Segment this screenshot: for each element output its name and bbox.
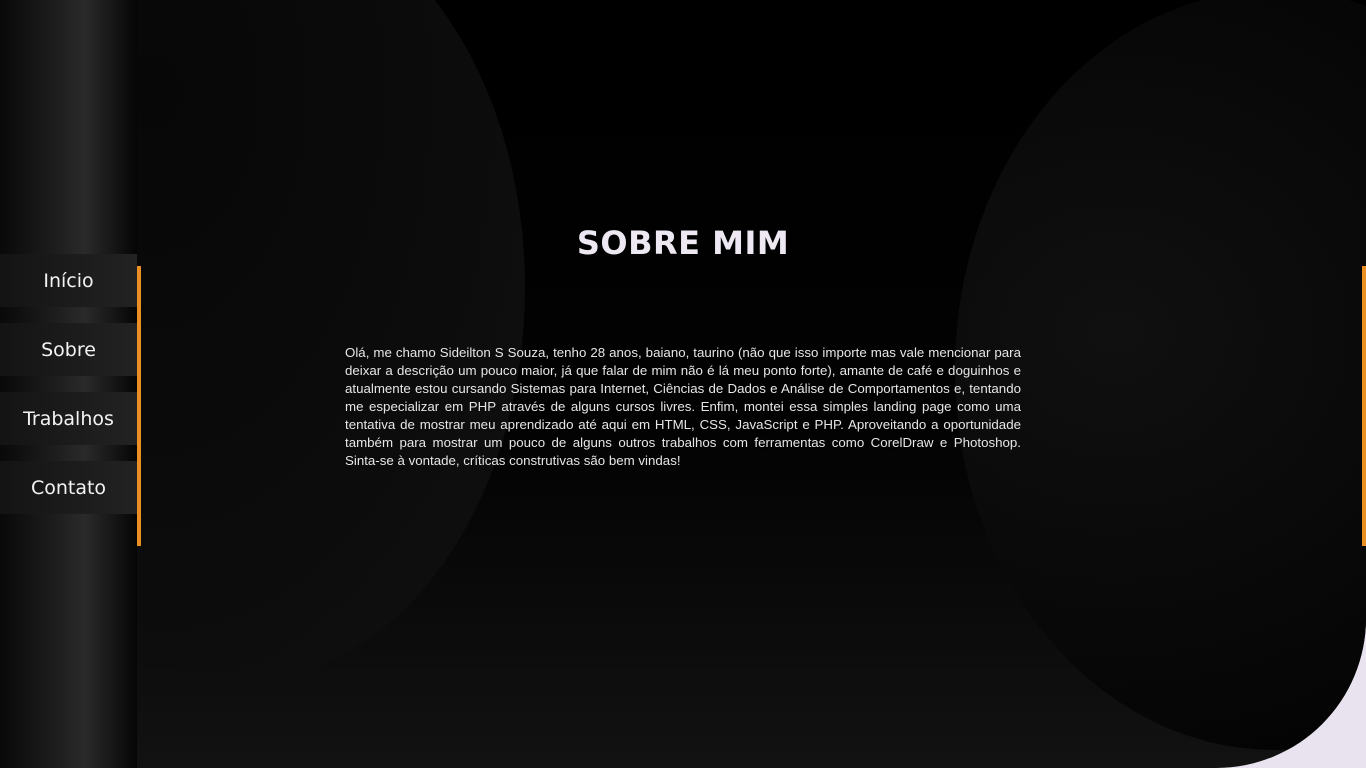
sidebar [0,0,137,768]
nav-item-contato[interactable]: Contato [0,461,137,514]
nav-item-sobre[interactable]: Sobre [0,323,137,376]
page-title: SOBRE MIM [576,224,790,262]
nav-item-inicio[interactable]: Início [0,254,137,307]
accent-bar-right [1362,266,1366,546]
nav-item-trabalhos[interactable]: Trabalhos [0,392,137,445]
page: Início Sobre Trabalhos Contato SOBRE MIM… [0,0,1366,768]
about-paragraph: Olá, me chamo Sideilton S Souza, tenho 2… [345,345,1021,468]
accent-bar-left [137,266,141,546]
